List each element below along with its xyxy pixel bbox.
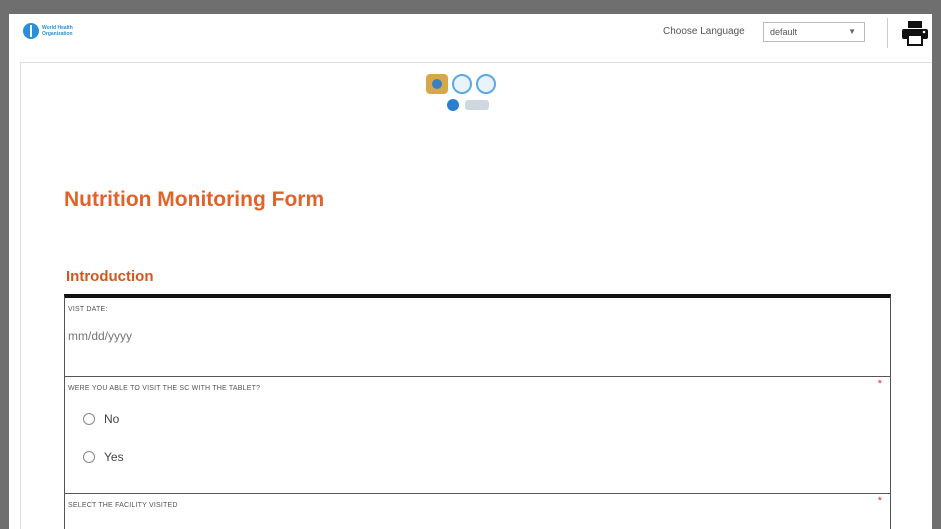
who-emblem-icon [452,74,472,94]
who-logo: World Health Organization [23,23,82,39]
chevron-down-icon: ▼ [848,27,856,36]
partner-logo-gray-icon [465,100,489,110]
visit-date-input[interactable] [68,329,268,343]
language-label: Choose Language [663,26,745,37]
radio-option-yes[interactable]: Yes [83,450,124,464]
partner-logos-secondary [447,99,489,111]
somalia-emblem-icon [426,74,448,94]
screenshot-frame-top [0,0,941,14]
partner-logo-blue-icon [447,99,459,111]
language-select-value: default [770,27,798,37]
radio-button-icon[interactable] [83,413,95,425]
form-title: Nutrition Monitoring Form [64,188,325,211]
header-divider [887,18,888,48]
radio-button-icon[interactable] [83,451,95,463]
app-window: World Health Organization Choose Languag… [9,14,932,529]
visit-date-label: VIST DATE: [68,306,108,313]
un-emblem-icon [476,74,496,94]
partner-logos [426,74,496,94]
who-logo-text: World Health Organization [42,25,73,37]
required-asterisk: * [877,495,882,507]
tablet-visit-label: WERE YOU ABLE TO VISIT THE SC WITH THE T… [68,385,261,392]
radio-label-no: No [104,412,120,426]
who-logo-icon [23,23,39,39]
facility-visited-question: SELECT THE FACILITY VISITED * [65,494,890,529]
screenshot-frame-right [932,14,941,529]
top-header: World Health Organization Choose Languag… [9,14,932,56]
screenshot-frame-left [0,14,9,529]
required-asterisk: * [877,378,882,390]
section-title: Introduction [66,268,154,285]
radio-label-yes: Yes [104,450,124,464]
visit-date-field: VIST DATE: [65,298,890,377]
print-icon[interactable] [901,20,929,46]
form-fields: VIST DATE: WERE YOU ABLE TO VISIT THE SC… [64,294,891,529]
radio-option-no[interactable]: No [83,412,119,426]
tablet-visit-question: WERE YOU ABLE TO VISIT THE SC WITH THE T… [65,377,890,494]
facility-visited-label: SELECT THE FACILITY VISITED [68,502,178,509]
language-select[interactable]: default ▼ [763,22,865,42]
